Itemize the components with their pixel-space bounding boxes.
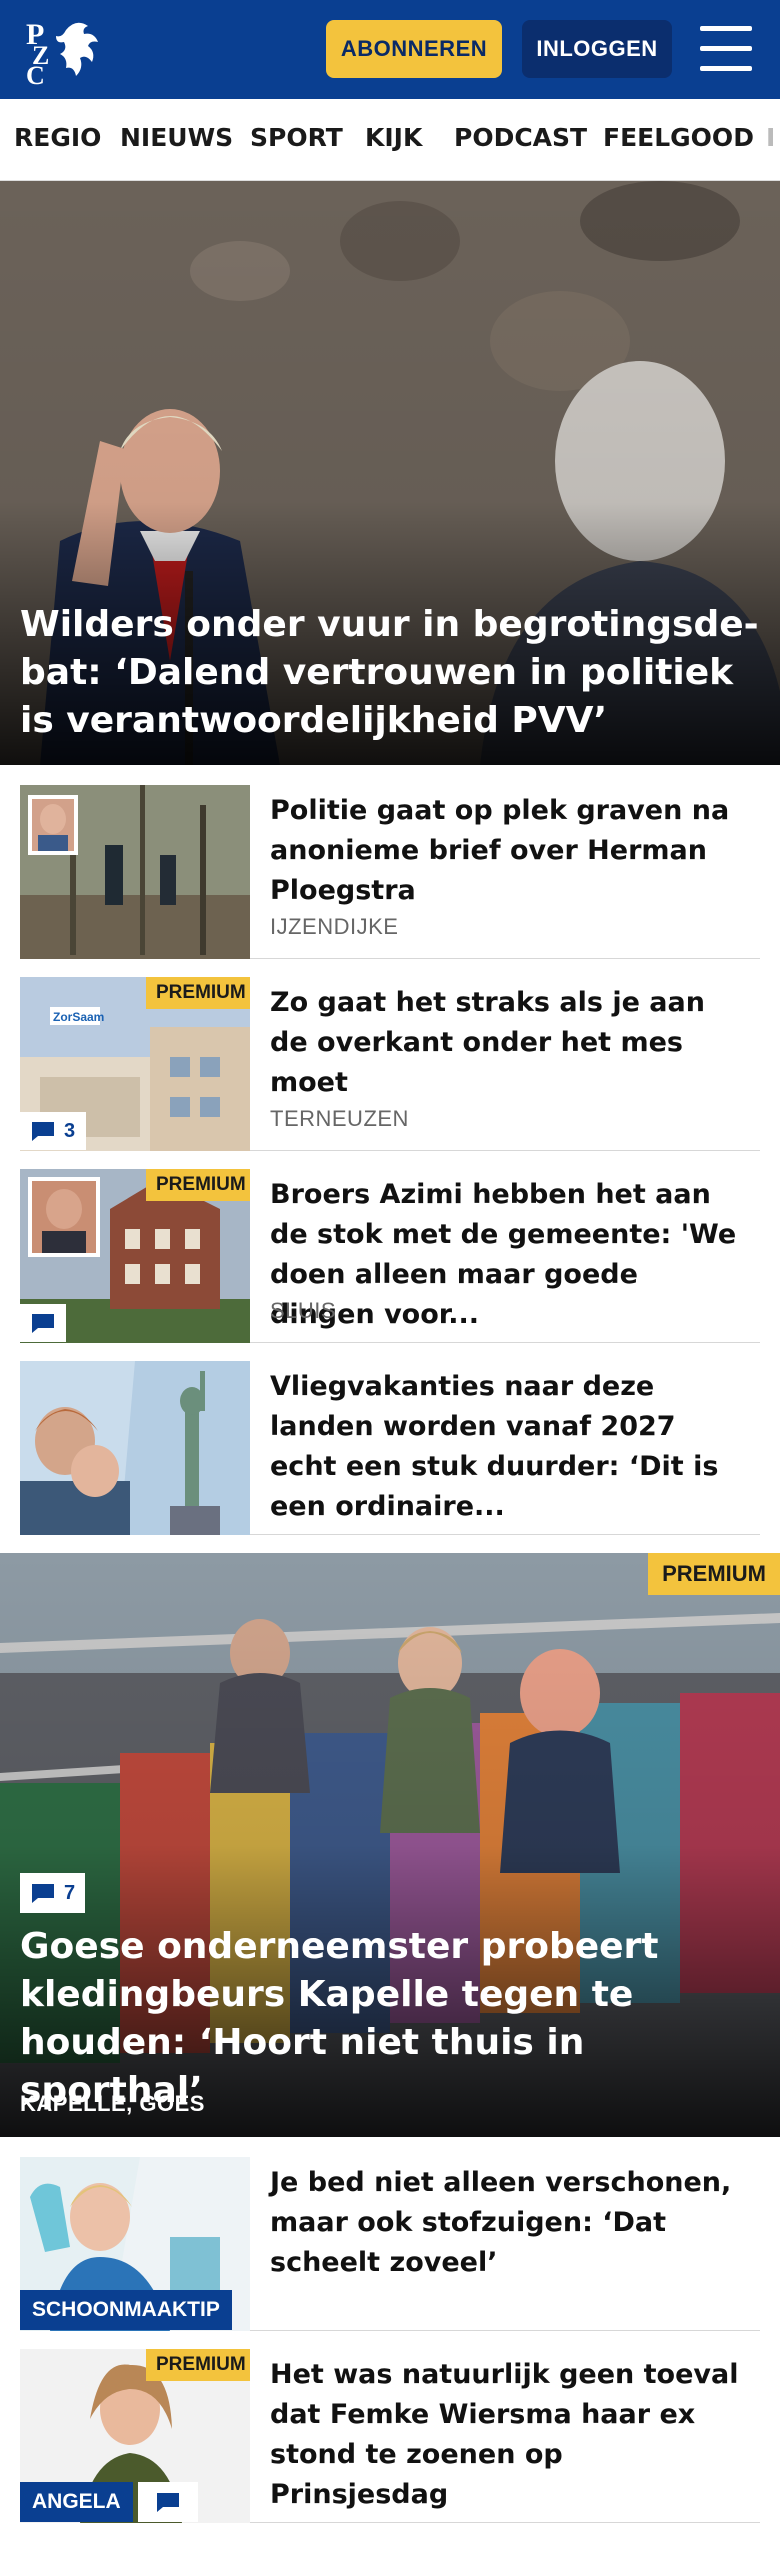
comment-count-value: 7 — [64, 1881, 76, 1904]
pzc-logo[interactable]: P Z C — [22, 12, 122, 90]
article-location: IJZENDIJKE — [270, 914, 399, 939]
nav-item-sport[interactable]: SPORT — [250, 123, 343, 152]
menu-icon[interactable] — [700, 26, 752, 72]
comment-icon — [32, 1884, 54, 1903]
article-title: Je bed niet alleen verschonen, maar ook … — [270, 2167, 732, 2278]
hero-article[interactable]: Wilders onder vuur in begrotingsde-bat: … — [0, 181, 780, 765]
nav-item-feelgood[interactable]: FEELGOOD — [603, 123, 754, 152]
comment-icon — [157, 2493, 179, 2512]
section-nav: REGIO NIEUWS SPORT KIJK PODCAST FEELGOOD… — [0, 99, 780, 181]
article-title: Broers Azimi hebben het aan de stok met … — [270, 1179, 737, 1330]
comment-icon — [32, 1122, 54, 1141]
premium-badge: PREMIUM — [648, 1553, 780, 1595]
svg-text:C: C — [26, 61, 45, 88]
comment-count-value: 3 — [64, 1119, 76, 1142]
article-thumbnail — [20, 785, 250, 959]
nav-item-overflow[interactable]: I — [766, 123, 775, 152]
article-location: SLUIS — [270, 1298, 337, 1323]
nav-item-nieuws[interactable]: NIEUWS — [120, 123, 233, 152]
article-location: TERNEUZEN — [270, 1106, 409, 1131]
premium-badge: PREMIUM — [146, 977, 250, 1009]
comment-icon — [32, 1314, 54, 1333]
comment-count[interactable]: 7 — [20, 1873, 86, 1913]
premium-badge: PREMIUM — [146, 1169, 250, 1201]
hero-title: Wilders onder vuur in begrotingsde-bat: … — [20, 604, 759, 741]
svg-text:ZorSaam: ZorSaam — [53, 1010, 104, 1024]
article-item[interactable]: Vliegvakanties naar deze landen worden v… — [20, 1361, 760, 1535]
article-item[interactable]: PREMIUM Broers Azimi hebben het aan de s… — [20, 1169, 760, 1343]
article-item[interactable]: ZorSaam PREMIUM 3 Zo gaat het straks als… — [20, 977, 760, 1151]
feature-article[interactable]: PREMIUM 7 Goese onderneemster probeert k… — [0, 1553, 780, 2137]
nav-item-regio[interactable]: REGIO — [14, 123, 101, 152]
article-title: Zo gaat het straks als je aan de overkan… — [270, 987, 705, 1098]
article-title: Politie gaat op plek graven na anonieme … — [270, 795, 730, 906]
site-header: P Z C ABONNEREN INLOGGEN — [0, 0, 780, 99]
category-label: ANGELA — [20, 2482, 133, 2522]
article-item[interactable]: Politie gaat op plek graven na anonieme … — [20, 785, 760, 959]
login-button[interactable]: INLOGGEN — [522, 20, 672, 78]
comment-count[interactable]: 3 — [20, 1112, 86, 1150]
article-title: Vliegvakanties naar deze landen worden v… — [270, 1371, 719, 1522]
article-title: Het was natuurlijk geen toeval dat Femke… — [270, 2359, 739, 2510]
nav-item-kijk[interactable]: KIJK — [365, 123, 422, 152]
article-thumbnail — [20, 1361, 250, 1535]
feature-title: Goese onderneemster probeert kledingbeur… — [20, 1926, 659, 2111]
comment-count[interactable] — [20, 1304, 66, 1342]
premium-badge: PREMIUM — [146, 2349, 250, 2381]
category-label: SCHOONMAAKTIP — [20, 2290, 232, 2330]
nav-item-podcast[interactable]: PODCAST — [454, 123, 587, 152]
comment-count[interactable] — [138, 2482, 198, 2522]
subscribe-button[interactable]: ABONNEREN — [326, 20, 502, 78]
article-item[interactable]: SCHOONMAAKTIP Je bed niet alleen verscho… — [20, 2157, 760, 2331]
article-item[interactable]: PREMIUM ANGELA Het was natuurlijk geen t… — [20, 2349, 760, 2523]
feature-location: KAPELLE, GOES — [20, 2091, 205, 2116]
